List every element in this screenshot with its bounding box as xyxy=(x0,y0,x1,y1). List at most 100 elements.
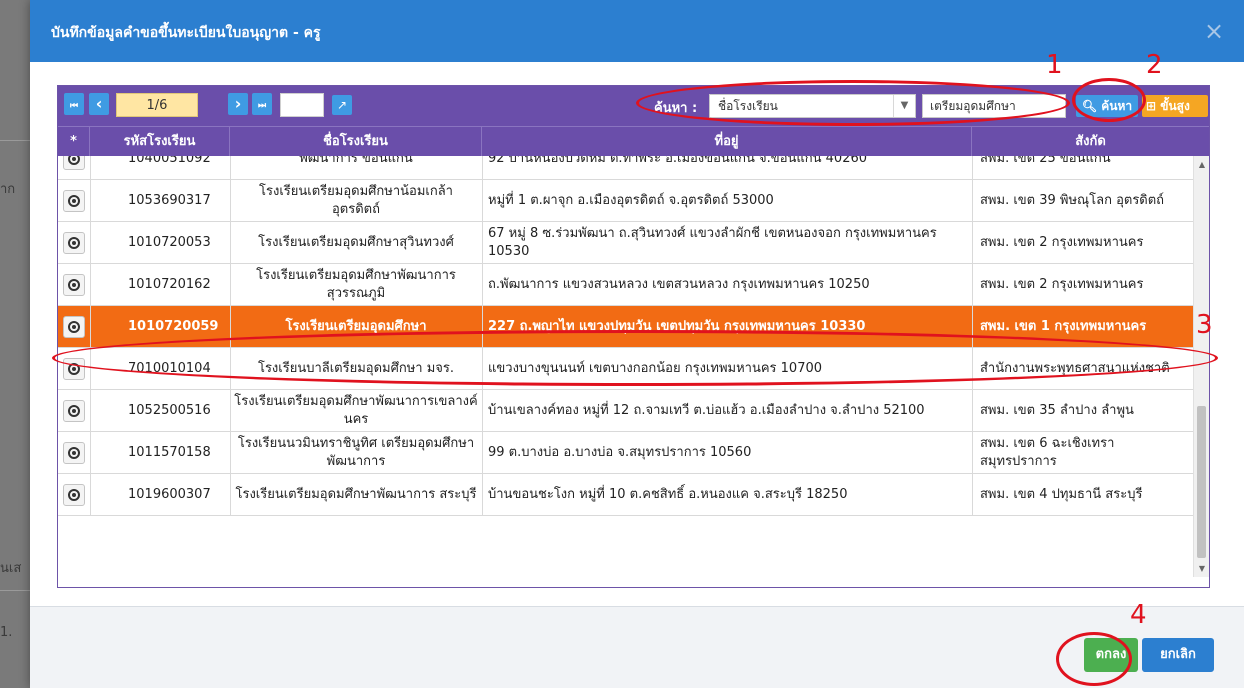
school-name-cell: พัฒนาการ ขอนแก่น xyxy=(299,156,413,166)
affiliation-cell: สพม. เขต 6 ฉะเชิงเทรา สมุทรปราการ xyxy=(980,436,1115,469)
annotation-number: 4 xyxy=(1130,600,1147,630)
row-select-button[interactable] xyxy=(63,400,85,422)
radio-target-icon xyxy=(68,489,80,501)
affiliation-cell: สพม. เขต 4 ปทุมธานี สระบุรี xyxy=(980,487,1143,502)
background-text: 1. xyxy=(0,625,13,640)
cancel-button[interactable]: ยกเลิก xyxy=(1142,638,1214,672)
affiliation-cell: สพม. เขต 39 พิษณุโลก อุตรดิตถ์ xyxy=(980,193,1165,208)
affiliation-cell: สพม. เขต 2 กรุงเทพมหานคร xyxy=(980,235,1144,250)
header-school-name[interactable]: ชื่อโรงเรียน xyxy=(230,127,482,157)
school-code-cell: 1053690317 xyxy=(128,193,211,208)
radio-target-icon xyxy=(68,195,80,207)
table-row[interactable]: 1052500516 โรงเรียนเตรียมอุดมศึกษาพัฒนากา… xyxy=(58,390,1193,432)
radio-target-icon xyxy=(68,237,80,249)
header-affiliation[interactable]: สังกัด xyxy=(972,127,1209,157)
radio-target-icon xyxy=(68,156,80,165)
address-cell: 67 หมู่ 8 ซ.ร่วมพัฒนา ถ.สุวินทวงศ์ แขวงล… xyxy=(488,226,937,259)
header-address[interactable]: ที่อยู่ xyxy=(482,127,972,157)
row-select-button[interactable] xyxy=(63,316,85,338)
row-select-cell xyxy=(58,474,90,516)
affiliation-cell: สพม. เขต 25 ขอนแก่น xyxy=(980,156,1111,166)
advanced-search-button[interactable]: ⊞ ขั้นสูง xyxy=(1142,95,1208,117)
table-row[interactable]: 1010720162 โรงเรียนเตรียมอุดมศึกษาพัฒนากา… xyxy=(58,264,1193,306)
last-page-icon: ⏭ xyxy=(257,101,267,111)
address-cell: บ้านเขลางค์ทอง หมู่ที่ 12 ถ.จามเทวี ต.บ่… xyxy=(488,403,925,418)
close-icon[interactable]: × xyxy=(1202,19,1226,44)
address-cell: 99 ต.บางบ่อ อ.บางบ่อ จ.สมุทรปราการ 10560 xyxy=(488,445,752,460)
chevron-left-icon: ‹ xyxy=(95,94,103,113)
school-name-cell: โรงเรียนนวมินทราชินูทิศ เตรียมอุดมศึกษาพ… xyxy=(237,436,475,469)
row-select-button[interactable] xyxy=(63,232,85,254)
row-select-cell xyxy=(58,264,90,306)
address-cell: หมู่ที่ 1 ต.ผาจุก อ.เมืองอุตรดิตถ์ จ.อุต… xyxy=(488,193,774,208)
external-link-icon: ↗ xyxy=(336,98,348,112)
annotation-ellipse-search-button xyxy=(1072,78,1146,122)
annotation-ellipse-search xyxy=(636,80,1070,126)
row-select-cell xyxy=(58,306,90,348)
school-name-cell: โรงเรียนเตรียมอุดมศึกษาน้อมเกล้า อุตรดิต… xyxy=(259,184,453,217)
row-select-button[interactable] xyxy=(63,442,85,464)
prev-page-button[interactable]: ‹ xyxy=(89,93,109,115)
school-name-cell: โรงเรียนเตรียมอุดมศึกษาพัฒนาการสุวรรณภูม… xyxy=(256,268,456,301)
row-select-button[interactable] xyxy=(63,274,85,296)
first-page-button[interactable]: ⏮ xyxy=(64,93,84,115)
school-code-cell: 1010720053 xyxy=(128,235,211,250)
header-school-code[interactable]: รหัสโรงเรียน xyxy=(90,127,230,157)
address-cell: บ้านขอนชะโงก หมู่ที่ 10 ต.คชสิทธิ์ อ.หนอ… xyxy=(488,487,848,502)
background-divider xyxy=(0,590,30,591)
first-page-icon: ⏮ xyxy=(69,101,79,111)
goto-page-input[interactable] xyxy=(280,93,324,117)
school-code-cell: 1052500516 xyxy=(128,403,211,418)
radio-target-icon xyxy=(68,321,80,333)
table-row[interactable]: 1011570158 โรงเรียนนวมินทราชินูทิศ เตรียม… xyxy=(58,432,1193,474)
row-select-cell xyxy=(58,180,90,222)
row-select-button[interactable] xyxy=(63,190,85,212)
row-select-cell xyxy=(58,156,90,180)
row-select-button[interactable] xyxy=(63,484,85,506)
row-select-cell xyxy=(58,222,90,264)
next-page-button[interactable]: › xyxy=(228,93,248,115)
row-select-button[interactable] xyxy=(63,156,85,170)
address-cell: ถ.พัฒนาการ แขวงสวนหลวง เขตสวนหลวง กรุงเท… xyxy=(488,277,870,292)
school-code-cell: 1011570158 xyxy=(128,445,211,460)
school-code-cell: 1040051092 xyxy=(128,156,211,166)
advanced-search-label: ขั้นสูง xyxy=(1160,99,1190,113)
background-divider xyxy=(0,140,30,141)
plus-icon: ⊞ xyxy=(1146,99,1157,113)
table-row[interactable]: 1010720053 โรงเรียนเตรียมอุดมศึกษาสุวินทว… xyxy=(58,222,1193,264)
table-row[interactable]: 1019600307 โรงเรียนเตรียมอุดมศึกษาพัฒนากา… xyxy=(58,474,1193,516)
annotation-ellipse-row xyxy=(52,330,1218,386)
background-text: นเส xyxy=(0,561,22,576)
background-text: าก xyxy=(0,182,16,197)
row-select-cell xyxy=(58,432,90,474)
vertical-scrollbar[interactable]: ▲ ▼ xyxy=(1193,156,1209,577)
row-select-cell xyxy=(58,390,90,432)
school-name-cell: โรงเรียนเตรียมอุดมศึกษาพัฒนาการ สระบุรี xyxy=(235,487,477,502)
annotation-number: 1 xyxy=(1046,50,1063,80)
affiliation-cell: สพม. เขต 35 ลำปาง ลำพูน xyxy=(980,403,1134,418)
radio-target-icon xyxy=(68,279,80,291)
modal-title: บันทึกข้อมูลคำขอขึ้นทะเบียนใบอนุญาต - คร… xyxy=(51,25,321,41)
table-row[interactable]: 1053690317 โรงเรียนเตรียมอุดมศึกษาน้อมเกล… xyxy=(58,180,1193,222)
school-code-cell: 1019600307 xyxy=(128,487,211,502)
radio-target-icon xyxy=(68,447,80,459)
radio-target-icon xyxy=(68,405,80,417)
goto-page-button[interactable]: ↗ xyxy=(332,95,352,115)
annotation-ellipse-ok xyxy=(1056,632,1132,686)
page-indicator: 1/6 xyxy=(116,93,198,117)
header-select: * xyxy=(58,127,90,157)
scroll-up-icon[interactable]: ▲ xyxy=(1197,160,1207,169)
affiliation-cell: สพม. เขต 2 กรุงเทพมหานคร xyxy=(980,277,1144,292)
school-name-cell: โรงเรียนเตรียมอุดมศึกษาพัฒนาการเขลางค์นค… xyxy=(234,394,478,427)
address-cell: 92 บ้านหนองบัวดีหมี ต.ท่าพระ อ.เมืองขอนแ… xyxy=(488,156,868,166)
school-code-cell: 1010720162 xyxy=(128,277,211,292)
chevron-right-icon: › xyxy=(234,94,242,113)
school-name-cell: โรงเรียนเตรียมอุดมศึกษาสุวินทวงศ์ xyxy=(258,235,454,250)
last-page-button[interactable]: ⏭ xyxy=(252,93,272,115)
scrollbar-thumb[interactable] xyxy=(1197,406,1206,558)
table-row[interactable]: 1040051092 พัฒนาการ ขอนแก่น 92 บ้านหนองบัว… xyxy=(58,156,1193,180)
scroll-down-icon[interactable]: ▼ xyxy=(1197,564,1207,573)
annotation-number: 3 xyxy=(1196,310,1213,340)
table-header: * รหัสโรงเรียน ชื่อโรงเรียน ที่อยู่ สังก… xyxy=(58,126,1209,157)
annotation-number: 2 xyxy=(1146,50,1163,80)
